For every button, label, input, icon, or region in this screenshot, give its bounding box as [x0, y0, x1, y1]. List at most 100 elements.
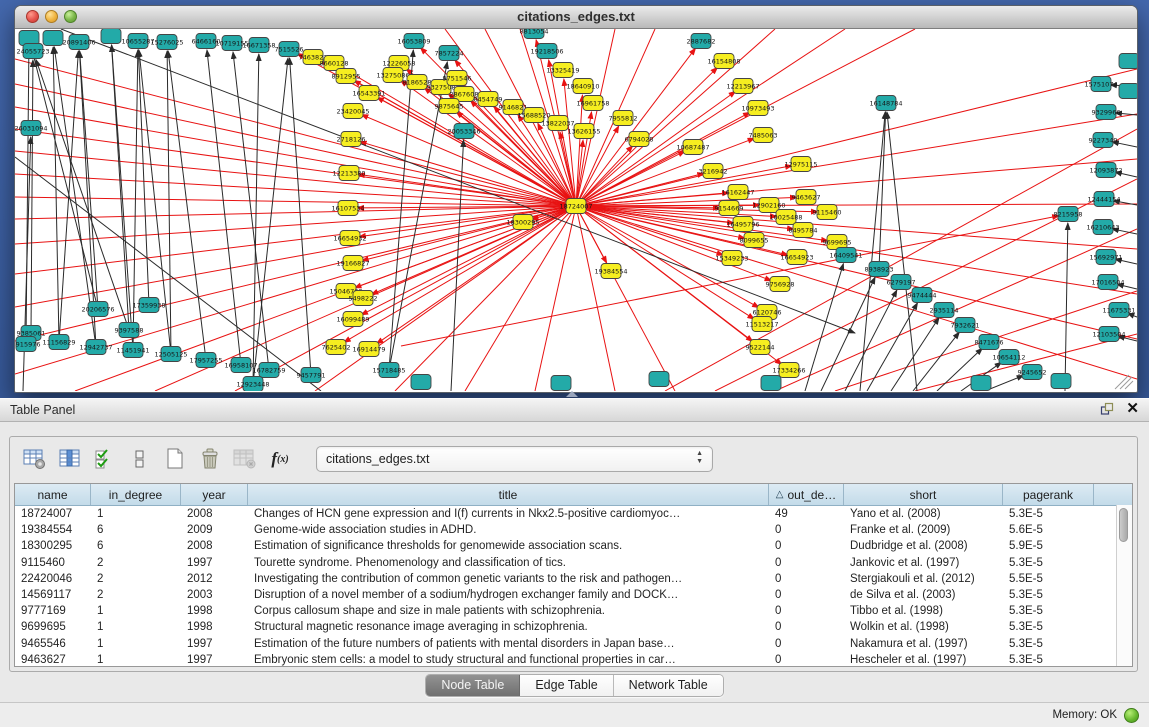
cell-year[interactable]: 2008: [181, 508, 248, 520]
delete-table-button[interactable]: [230, 444, 260, 474]
cell-out_degree[interactable]: 0: [769, 638, 844, 650]
cell-name[interactable]: 9465546: [15, 638, 91, 650]
cell-name[interactable]: 18724007: [15, 508, 91, 520]
cell-out_degree[interactable]: 0: [769, 605, 844, 617]
window-titlebar[interactable]: citations_edges.txt: [15, 6, 1137, 29]
graph-node[interactable]: [1119, 84, 1137, 99]
select-columns-button[interactable]: [90, 444, 120, 474]
cell-pagerank[interactable]: 5.6E-5: [1003, 524, 1094, 536]
table-settings-button[interactable]: [20, 444, 50, 474]
cell-year[interactable]: 1997: [181, 638, 248, 650]
table-row[interactable]: 1938455462009Genome-wide association stu…: [15, 522, 1132, 538]
column-chooser-button[interactable]: [55, 444, 85, 474]
graph-node[interactable]: [43, 31, 63, 46]
cell-in_degree[interactable]: 6: [91, 524, 181, 536]
cell-year[interactable]: 2009: [181, 524, 248, 536]
tab-edge-table[interactable]: Edge Table: [520, 675, 613, 696]
cell-out_degree[interactable]: 0: [769, 589, 844, 601]
cell-in_degree[interactable]: 1: [91, 638, 181, 650]
table-row[interactable]: 946554611997Estimation of the future num…: [15, 636, 1132, 652]
memory-status-indicator[interactable]: [1124, 708, 1139, 723]
cell-short[interactable]: Jankovic et al. (1997): [844, 557, 1003, 569]
scrollbar-thumb[interactable]: [1119, 508, 1128, 542]
cell-title[interactable]: Estimation of significance thresholds fo…: [248, 540, 769, 552]
cell-title[interactable]: Estimation of the future numbers of pati…: [248, 638, 769, 650]
cell-in_degree[interactable]: 1: [91, 605, 181, 617]
column-header-in_degree[interactable]: in_degree: [91, 484, 181, 505]
splitter-handle[interactable]: [566, 391, 578, 397]
cell-year[interactable]: 2008: [181, 540, 248, 552]
cell-year[interactable]: 2003: [181, 589, 248, 601]
table-row[interactable]: 911546021997Tourette syndrome. Phenomeno…: [15, 555, 1132, 571]
graph-node[interactable]: [1051, 374, 1071, 389]
cell-short[interactable]: Stergiakouli et al. (2012): [844, 573, 1003, 585]
float-panel-icon[interactable]: [1100, 402, 1114, 416]
cell-pagerank[interactable]: 5.3E-5: [1003, 605, 1094, 617]
cell-pagerank[interactable]: 5.3E-5: [1003, 654, 1094, 666]
cell-name[interactable]: 9777169: [15, 605, 91, 617]
cell-in_degree[interactable]: 2: [91, 557, 181, 569]
column-header-name[interactable]: name: [15, 484, 91, 505]
row-options-button[interactable]: [125, 444, 155, 474]
cell-name[interactable]: 14569117: [15, 589, 91, 601]
cell-pagerank[interactable]: 5.3E-5: [1003, 621, 1094, 633]
new-file-button[interactable]: [160, 444, 190, 474]
cell-out_degree[interactable]: 0: [769, 654, 844, 666]
column-header-short[interactable]: short: [844, 484, 1003, 505]
cell-pagerank[interactable]: 5.3E-5: [1003, 638, 1094, 650]
cell-short[interactable]: de Silva et al. (2003): [844, 589, 1003, 601]
cell-year[interactable]: 1998: [181, 605, 248, 617]
tab-network-table[interactable]: Network Table: [614, 675, 723, 696]
cell-year[interactable]: 1997: [181, 557, 248, 569]
cell-in_degree[interactable]: 2: [91, 573, 181, 585]
cell-in_degree[interactable]: 6: [91, 540, 181, 552]
graph-node[interactable]: [411, 375, 431, 390]
cell-name[interactable]: 9115460: [15, 557, 91, 569]
cell-short[interactable]: Tibbo et al. (1998): [844, 605, 1003, 617]
table-row[interactable]: 969969511998Structural magnetic resonanc…: [15, 619, 1132, 635]
graph-node[interactable]: [101, 29, 121, 44]
cell-in_degree[interactable]: 2: [91, 589, 181, 601]
column-header-year[interactable]: year: [181, 484, 248, 505]
graph-node[interactable]: [761, 376, 781, 391]
cell-year[interactable]: 1997: [181, 654, 248, 666]
cell-short[interactable]: Dudbridge et al. (2008): [844, 540, 1003, 552]
cell-name[interactable]: 9463627: [15, 654, 91, 666]
table-row[interactable]: 946362711997Embryonic stem cells: a mode…: [15, 652, 1132, 667]
cell-in_degree[interactable]: 1: [91, 654, 181, 666]
cell-pagerank[interactable]: 5.3E-5: [1003, 557, 1094, 569]
function-builder-button[interactable]: f(x): [265, 444, 295, 474]
cell-title[interactable]: Embryonic stem cells: a model to study s…: [248, 654, 769, 666]
cell-short[interactable]: Hescheler et al. (1997): [844, 654, 1003, 666]
cell-out_degree[interactable]: 0: [769, 540, 844, 552]
graph-node[interactable]: [649, 372, 669, 387]
cell-short[interactable]: Franke et al. (2009): [844, 524, 1003, 536]
cell-year[interactable]: 2012: [181, 573, 248, 585]
close-panel-icon[interactable]: ✕: [1126, 401, 1139, 417]
cell-out_degree[interactable]: 0: [769, 557, 844, 569]
cell-out_degree[interactable]: 49: [769, 508, 844, 520]
graph-svg[interactable]: 1222605813275086818652893275089751546286…: [15, 29, 1137, 391]
network-selector[interactable]: citations_edges.txt ▲▼: [316, 446, 713, 472]
graph-node[interactable]: [1119, 54, 1137, 69]
table-row[interactable]: 977716911998Corpus callosum shape and si…: [15, 603, 1132, 619]
column-header-title[interactable]: title: [248, 484, 769, 505]
cell-title[interactable]: Corpus callosum shape and size in male p…: [248, 605, 769, 617]
cell-pagerank[interactable]: 5.3E-5: [1003, 589, 1094, 601]
cell-in_degree[interactable]: 1: [91, 508, 181, 520]
trash-button[interactable]: [195, 444, 225, 474]
window-resize-grip[interactable]: [1120, 377, 1132, 389]
network-canvas[interactable]: 1222605813275086818652893275089751546286…: [15, 29, 1137, 391]
table-row[interactable]: 2242004622012Investigating the contribut…: [15, 571, 1132, 587]
column-header-pagerank[interactable]: pagerank: [1003, 484, 1094, 505]
cell-pagerank[interactable]: 5.5E-5: [1003, 573, 1094, 585]
table-vertical-scrollbar[interactable]: [1116, 505, 1132, 666]
cell-short[interactable]: Yano et al. (2008): [844, 508, 1003, 520]
cell-pagerank[interactable]: 5.9E-5: [1003, 540, 1094, 552]
cell-title[interactable]: Structural magnetic resonance image aver…: [248, 621, 769, 633]
graph-node[interactable]: [551, 376, 571, 391]
tab-node-table[interactable]: Node Table: [426, 675, 520, 696]
cell-out_degree[interactable]: 0: [769, 573, 844, 585]
cell-name[interactable]: 22420046: [15, 573, 91, 585]
cell-title[interactable]: Investigating the contribution of common…: [248, 573, 769, 585]
